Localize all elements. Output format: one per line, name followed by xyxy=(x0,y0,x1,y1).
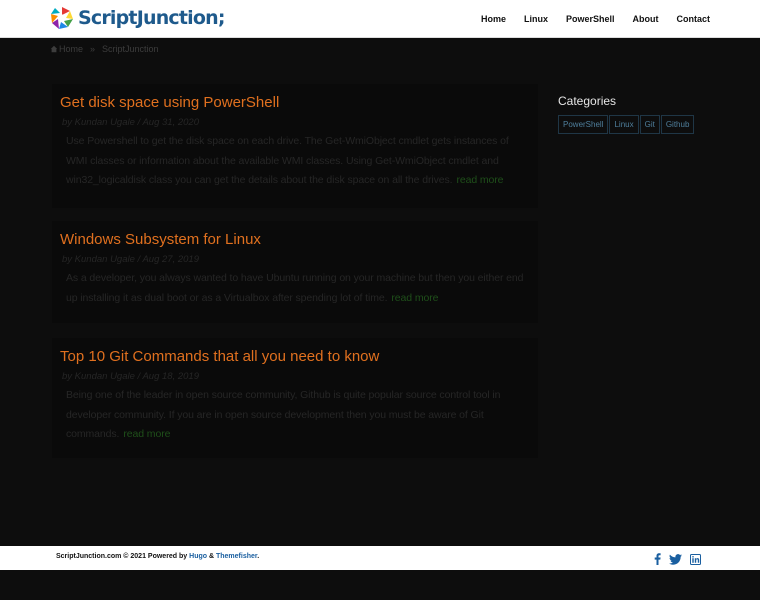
nav-contact[interactable]: Contact xyxy=(677,14,711,24)
nav-powershell[interactable]: PowerShell xyxy=(566,14,615,24)
footer-copyright-text: ScriptJunction.com © 2021 Powered by xyxy=(56,553,190,560)
hugo-link[interactable]: Hugo xyxy=(189,553,207,560)
post-title[interactable]: Top 10 Git Commands that all you need to… xyxy=(60,348,530,366)
post-meta: by Kundan Ugale / Aug 31, 2020 xyxy=(62,117,199,128)
nav-linux[interactable]: Linux xyxy=(524,14,548,24)
linkedin-icon[interactable] xyxy=(690,552,701,570)
tag-git[interactable]: Git xyxy=(639,115,660,134)
post-card: Get disk space using PowerShell by Kunda… xyxy=(52,84,538,208)
bottom-band xyxy=(0,570,760,600)
post-excerpt: Being one of the leader in open source c… xyxy=(66,386,530,445)
breadcrumb-current: ScriptJunction xyxy=(102,44,159,54)
breadcrumb-separator: » xyxy=(90,44,96,54)
home-icon xyxy=(50,45,58,53)
main-nav: Home Linux PowerShell About Contact xyxy=(463,0,710,37)
post-meta: by Kundan Ugale / Aug 27, 2019 xyxy=(62,254,199,265)
post-card: Windows Subsystem for Linux by Kundan Ug… xyxy=(52,221,538,323)
breadcrumb-home[interactable]: Home xyxy=(59,44,83,54)
read-more-link[interactable]: read more xyxy=(391,292,438,304)
breadcrumb: Home » ScriptJunction xyxy=(50,44,159,54)
footer-amp: & xyxy=(207,553,216,560)
read-more-link[interactable]: read more xyxy=(456,174,503,186)
logo-text: ScriptJunction; xyxy=(78,7,225,29)
post-excerpt-text: As a developer, you always wanted to hav… xyxy=(66,272,524,304)
themefisher-link[interactable]: Themefisher xyxy=(216,553,257,560)
tag-powershell[interactable]: PowerShell xyxy=(558,115,609,134)
categories-heading: Categories xyxy=(558,94,617,108)
facebook-icon[interactable] xyxy=(654,552,661,570)
post-title[interactable]: Get disk space using PowerShell xyxy=(60,94,530,112)
post-excerpt-text: Use Powershell to get the disk space on … xyxy=(66,135,509,186)
nav-about[interactable]: About xyxy=(633,14,659,24)
footer-copyright: ScriptJunction.com © 2021 Powered by Hug… xyxy=(56,553,259,560)
post-card: Top 10 Git Commands that all you need to… xyxy=(52,338,538,458)
tag-github[interactable]: Github xyxy=(660,115,695,134)
post-meta: by Kundan Ugale / Aug 18, 2019 xyxy=(62,371,199,382)
nav-home[interactable]: Home xyxy=(481,14,506,24)
twitter-icon[interactable] xyxy=(669,552,682,570)
category-tags: PowerShell Linux Git Github xyxy=(558,115,718,134)
post-excerpt: Use Powershell to get the disk space on … xyxy=(66,132,530,191)
post-title[interactable]: Windows Subsystem for Linux xyxy=(60,231,530,249)
logo-mark-icon xyxy=(51,7,73,29)
footer-period: . xyxy=(257,553,260,560)
social-links xyxy=(646,552,701,570)
read-more-link[interactable]: read more xyxy=(123,428,170,440)
sidebar: Categories PowerShell Linux Git Github xyxy=(558,94,718,134)
tag-linux[interactable]: Linux xyxy=(609,115,639,134)
site-logo[interactable]: ScriptJunction; xyxy=(50,5,225,31)
site-footer: ScriptJunction.com © 2021 Powered by Hug… xyxy=(0,546,760,570)
site-header: ScriptJunction; Home Linux PowerShell Ab… xyxy=(0,0,760,38)
post-excerpt: As a developer, you always wanted to hav… xyxy=(66,269,530,308)
